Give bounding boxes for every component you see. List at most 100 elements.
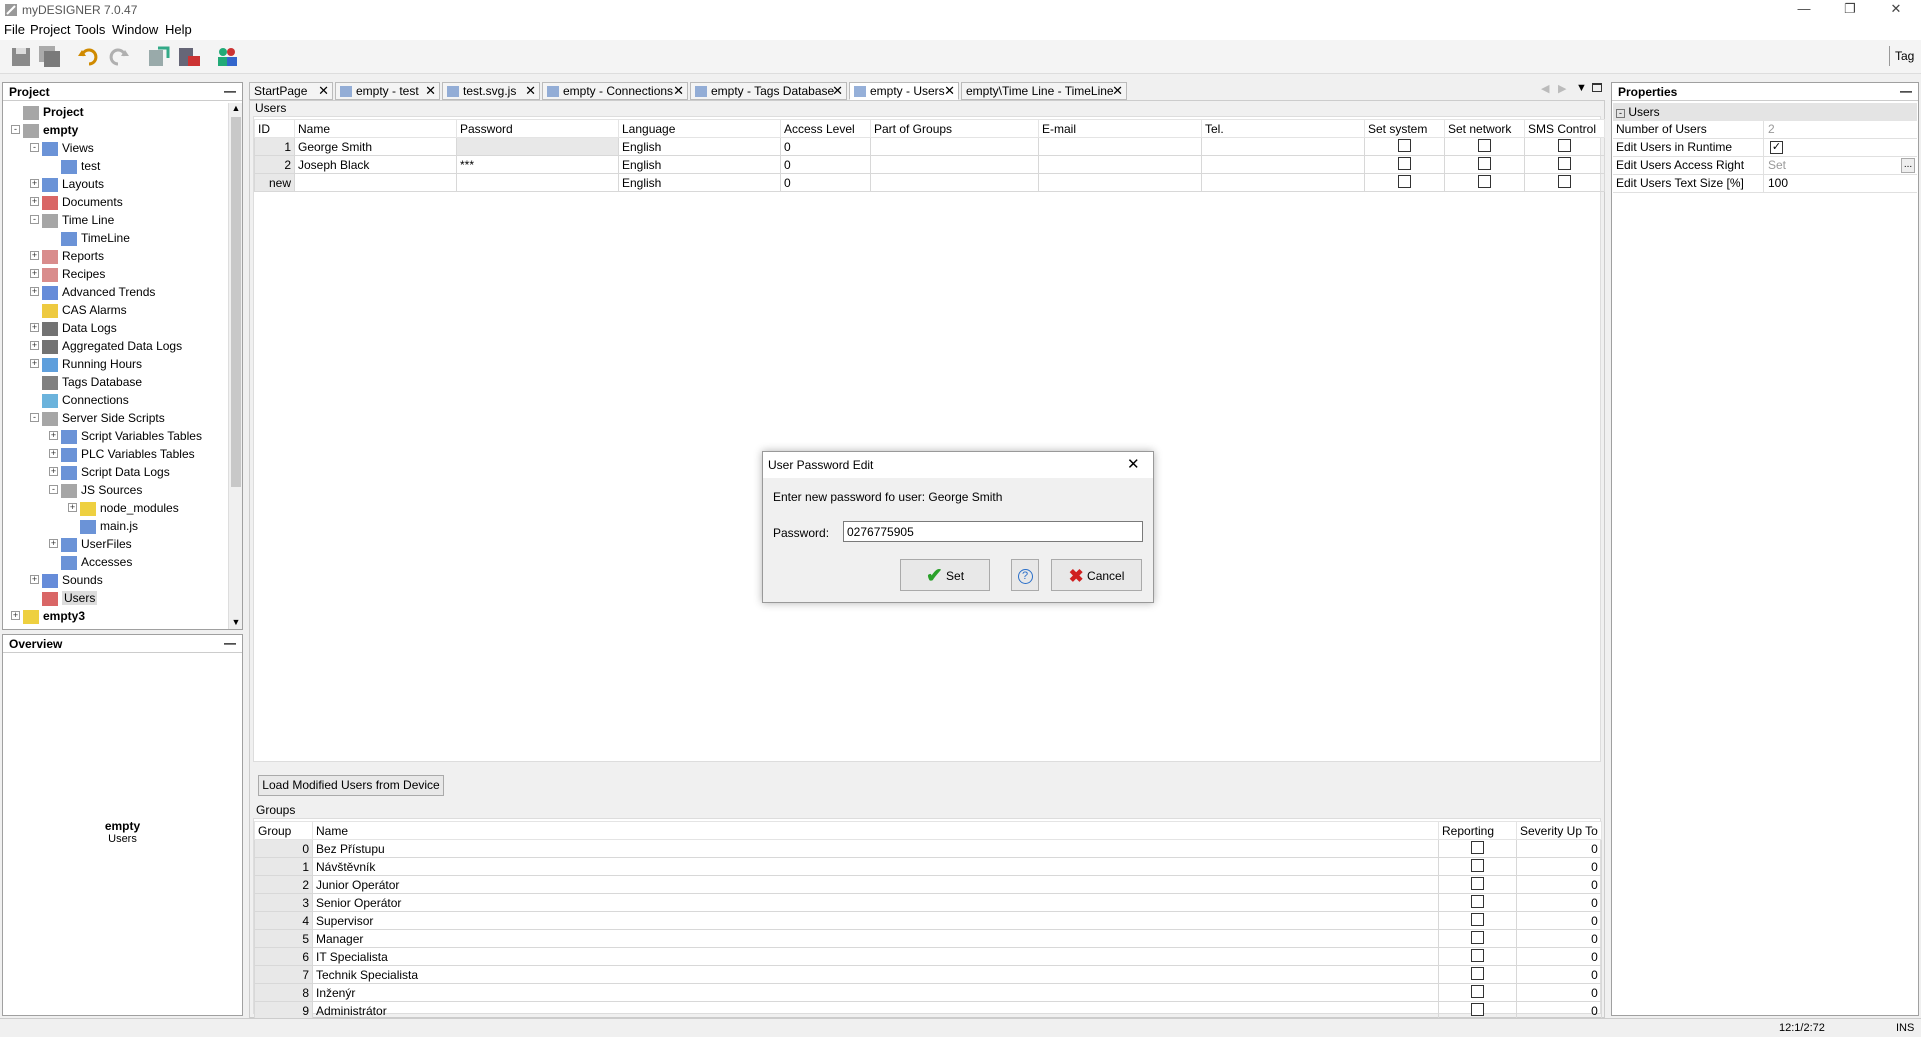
help-button[interactable]: ?: [1011, 559, 1039, 591]
tree-item-recipes[interactable]: Recipes: [42, 265, 105, 283]
ellipsis-button[interactable]: ...: [1901, 158, 1915, 173]
user-name[interactable]: [294, 173, 457, 192]
group-id[interactable]: 3: [254, 893, 313, 912]
table-row[interactable]: 7 Technik Specialista 0: [254, 965, 1602, 984]
tree-item-script-data-logs[interactable]: Script Data Logs: [61, 463, 170, 481]
scroll-down-icon[interactable]: ▼: [230, 617, 242, 629]
tree-item-userfiles[interactable]: UserFiles: [61, 535, 132, 553]
tab-empty-users[interactable]: empty - Users ✕: [849, 82, 959, 100]
sms-control-checkbox[interactable]: [1558, 174, 1571, 188]
collapse-icon[interactable]: -: [30, 215, 39, 224]
property-value[interactable]: 100: [1768, 175, 1788, 192]
user-name[interactable]: Joseph Black: [294, 155, 457, 174]
group-severity[interactable]: 0: [1516, 857, 1602, 876]
user-language[interactable]: English: [618, 173, 781, 192]
col-e-mail[interactable]: E-mail: [1038, 119, 1202, 138]
tree-item-timeline[interactable]: TimeLine: [61, 229, 130, 247]
reporting-checkbox[interactable]: [1471, 858, 1484, 872]
collapse-icon[interactable]: -: [49, 485, 58, 494]
property-edit-users-access-right[interactable]: Edit Users Access Right Set...: [1613, 157, 1917, 175]
set-button[interactable]: ✔ Set: [900, 559, 990, 591]
table-row[interactable]: 5 Manager 0: [254, 929, 1602, 948]
user-access-level[interactable]: 0: [780, 137, 871, 156]
expand-icon[interactable]: +: [68, 503, 77, 512]
col-group[interactable]: Group: [254, 821, 313, 840]
col-id[interactable]: ID: [254, 119, 295, 138]
save-all-icon[interactable]: [37, 44, 63, 70]
tree-item-time-line[interactable]: Time Line: [42, 211, 114, 229]
group-severity[interactable]: 0: [1516, 983, 1602, 1002]
tree-item-node-modules[interactable]: node_modules: [80, 499, 179, 517]
menu-project[interactable]: Project: [30, 22, 70, 37]
minimize-panel-icon[interactable]: —: [1900, 84, 1912, 98]
tree-item-sounds[interactable]: Sounds: [42, 571, 103, 589]
property-value[interactable]: 2: [1768, 121, 1775, 138]
reporting-checkbox[interactable]: [1471, 1002, 1484, 1016]
user-groups[interactable]: [870, 155, 1039, 174]
col-password[interactable]: Password: [456, 119, 619, 138]
group-name[interactable]: IT Specialista: [312, 947, 1439, 966]
tree-item-tags-database[interactable]: Tags Database: [42, 373, 142, 391]
group-id[interactable]: 4: [254, 911, 313, 930]
user-id[interactable]: new: [254, 173, 295, 192]
collapse-icon[interactable]: -: [30, 413, 39, 422]
close-tab-icon[interactable]: ✕: [944, 83, 955, 99]
close-tab-icon[interactable]: ✕: [832, 83, 843, 99]
table-row[interactable]: new English 0: [254, 173, 1605, 192]
redo-icon[interactable]: [105, 44, 131, 70]
user-email[interactable]: [1038, 137, 1202, 156]
group-severity[interactable]: 0: [1516, 929, 1602, 948]
property-edit-users-text-size[interactable]: Edit Users Text Size [%] 100: [1613, 175, 1917, 193]
close-tab-icon[interactable]: ✕: [318, 83, 329, 99]
undo-icon[interactable]: [76, 44, 102, 70]
expand-icon[interactable]: +: [30, 359, 39, 368]
menu-help[interactable]: Help: [165, 22, 192, 37]
user-id[interactable]: 2: [254, 155, 295, 174]
expand-icon[interactable]: +: [30, 287, 39, 296]
tree-item-views[interactable]: Views: [42, 139, 94, 157]
user-tel[interactable]: [1201, 137, 1365, 156]
col-set-system[interactable]: Set system: [1364, 119, 1445, 138]
group-severity[interactable]: 0: [1516, 893, 1602, 912]
tree-item-reports[interactable]: Reports: [42, 247, 104, 265]
group-id[interactable]: 8: [254, 983, 313, 1002]
close-window-icon[interactable]: ✕: [1873, 0, 1919, 20]
user-language[interactable]: English: [618, 155, 781, 174]
property-value[interactable]: Set: [1768, 157, 1786, 174]
expand-icon[interactable]: +: [30, 341, 39, 350]
reporting-checkbox[interactable]: [1471, 894, 1484, 908]
table-row[interactable]: 1 George Smith English 0: [254, 137, 1605, 156]
user-email[interactable]: [1038, 155, 1202, 174]
tree-item-advanced-trends[interactable]: Advanced Trends: [42, 283, 155, 301]
col-language[interactable]: Language: [618, 119, 781, 138]
set-network-checkbox[interactable]: [1478, 138, 1491, 152]
close-tab-icon[interactable]: ✕: [1112, 83, 1123, 99]
group-name[interactable]: Návštěvník: [312, 857, 1439, 876]
set-system-checkbox[interactable]: [1398, 156, 1411, 170]
tab-scroll-left-icon[interactable]: ◀: [1541, 82, 1549, 95]
close-tab-icon[interactable]: ✕: [673, 83, 684, 99]
tab-startpage[interactable]: StartPage ✕: [249, 82, 333, 100]
group-id[interactable]: 5: [254, 929, 313, 948]
expand-icon[interactable]: +: [49, 431, 58, 440]
group-id[interactable]: 2: [254, 875, 313, 894]
tree-item-script-variables-tables[interactable]: Script Variables Tables: [61, 427, 202, 445]
user-tel[interactable]: [1201, 173, 1365, 192]
menu-file[interactable]: File: [4, 22, 25, 37]
collapse-icon[interactable]: -: [11, 125, 20, 134]
tree-scroll-thumb[interactable]: [231, 117, 241, 487]
group-name[interactable]: Technik Specialista: [312, 965, 1439, 984]
user-password[interactable]: [456, 137, 619, 156]
maximize-editor-icon[interactable]: [1592, 83, 1602, 92]
minimize-icon[interactable]: —: [1781, 0, 1827, 20]
user-groups[interactable]: [870, 137, 1039, 156]
user-language[interactable]: English: [618, 137, 781, 156]
table-row[interactable]: 3 Senior Operátor 0: [254, 893, 1602, 912]
reporting-checkbox[interactable]: [1471, 876, 1484, 890]
sms-control-checkbox[interactable]: [1558, 156, 1571, 170]
tree-item-test[interactable]: test: [61, 157, 100, 175]
minimize-panel-icon[interactable]: —: [224, 636, 236, 650]
edit-runtime-checkbox[interactable]: ✓: [1770, 141, 1783, 154]
menu-tools[interactable]: Tools: [75, 22, 105, 37]
tree-item-aggregated-data-logs[interactable]: Aggregated Data Logs: [42, 337, 182, 355]
